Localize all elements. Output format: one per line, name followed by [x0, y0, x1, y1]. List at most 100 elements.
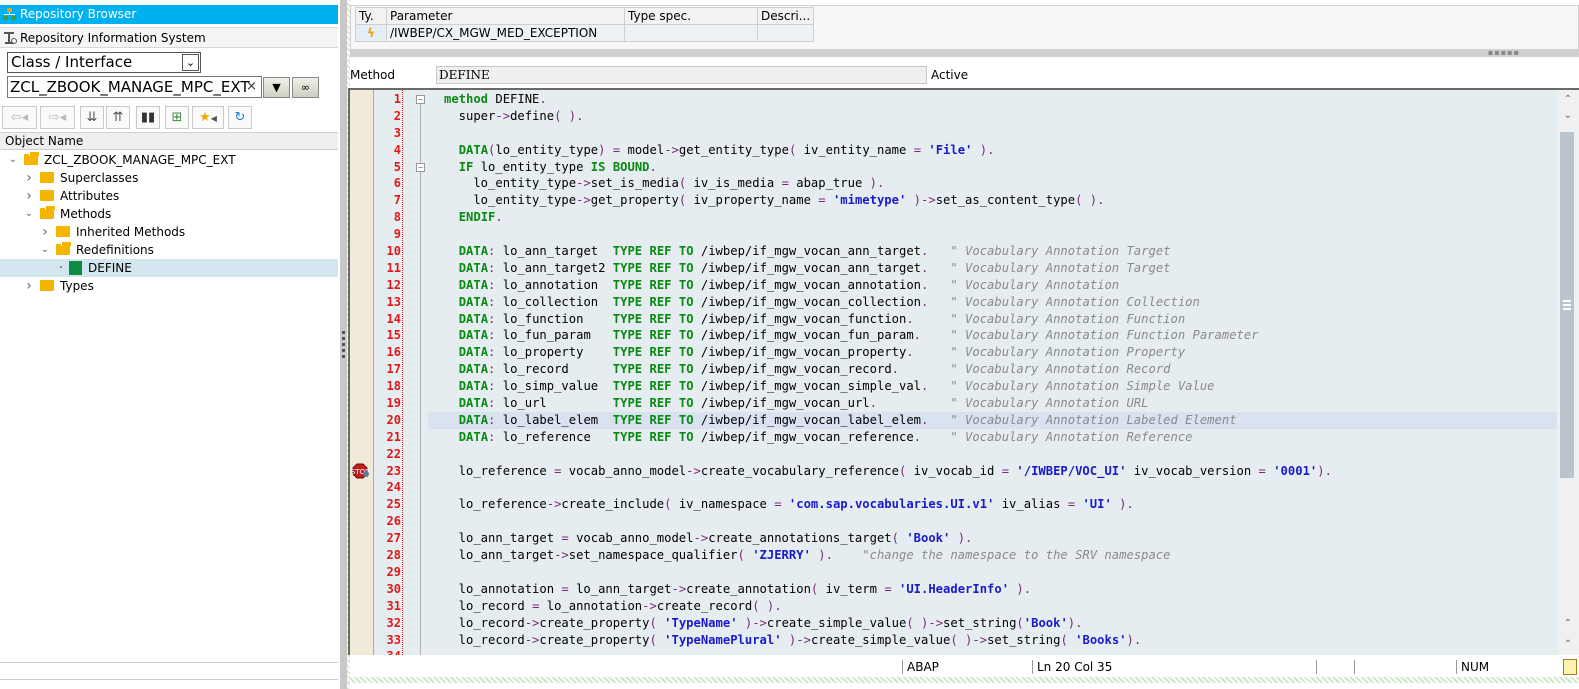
- code-line[interactable]: 33 lo_record->create_property( 'TypeName…: [350, 632, 1579, 649]
- code-text[interactable]: DATA: lo_function TYPE REF TO /iwbep/if_…: [444, 311, 1186, 328]
- code-line[interactable]: 31 lo_record = lo_annotation->create_rec…: [350, 598, 1579, 615]
- tree-node[interactable]: › Inherited Methods: [0, 223, 338, 241]
- code-text[interactable]: DATA: lo_ann_target2 TYPE REF TO /iwbep/…: [444, 260, 1171, 277]
- type-spec-cell[interactable]: [624, 24, 758, 42]
- code-text[interactable]: method DEFINE.: [444, 91, 547, 108]
- code-line[interactable]: 8 ENDIF.: [350, 209, 1579, 226]
- tree-node[interactable]: › Attributes: [0, 187, 338, 205]
- code-text[interactable]: DATA: lo_property TYPE REF TO /iwbep/if_…: [444, 344, 1186, 361]
- chevron-down-icon[interactable]: ⌄: [40, 241, 50, 259]
- chevron-right-icon[interactable]: ›: [24, 187, 34, 205]
- code-text[interactable]: lo_ann_target = vocab_anno_model->create…: [444, 530, 973, 547]
- chevron-right-icon[interactable]: ›: [24, 169, 34, 187]
- column-header-type-spec[interactable]: Type spec.: [624, 7, 758, 25]
- parameter-cell[interactable]: /IWBEP/CX_MGW_MED_EXCEPTION: [386, 24, 625, 42]
- code-line[interactable]: 16 DATA: lo_property TYPE REF TO /iwbep/…: [350, 344, 1579, 361]
- scrollbar-thumb[interactable]: [1560, 132, 1574, 478]
- tree-node[interactable]: ⌄ Redefinitions: [0, 241, 338, 259]
- expand-all-button[interactable]: ⇊: [80, 106, 104, 129]
- display-button[interactable]: ∞: [292, 77, 319, 98]
- code-text[interactable]: DATA: lo_simp_value TYPE REF TO /iwbep/i…: [444, 378, 1215, 395]
- code-line[interactable]: 15 DATA: lo_fun_param TYPE REF TO /iwbep…: [350, 327, 1579, 344]
- code-line[interactable]: 26: [350, 513, 1579, 530]
- repository-info-system-link[interactable]: Repository Information System: [0, 27, 338, 48]
- code-line[interactable]: 12 DATA: lo_annotation TYPE REF TO /iwbe…: [350, 277, 1579, 294]
- scroll-up-icon[interactable]: ⌃: [1561, 94, 1575, 105]
- collapse-all-button[interactable]: ⇈: [106, 106, 130, 129]
- collapse-block-icon[interactable]: −: [416, 95, 425, 104]
- favorites-button[interactable]: ★◀: [192, 106, 224, 129]
- scroll-up-small-icon[interactable]: ⌃: [1561, 618, 1575, 629]
- scroll-down-icon[interactable]: ⌄: [1561, 110, 1575, 121]
- object-name-input[interactable]: ZCL_ZBOOK_MANAGE_MPC_EXT ×: [7, 76, 262, 98]
- code-text[interactable]: DATA: lo_ann_target TYPE REF TO /iwbep/i…: [444, 243, 1171, 260]
- code-text[interactable]: lo_entity_type->set_is_media( iv_is_medi…: [444, 175, 884, 192]
- code-text[interactable]: ENDIF.: [444, 209, 503, 226]
- code-line[interactable]: 6 lo_entity_type->set_is_media( iv_is_me…: [350, 175, 1579, 192]
- code-text[interactable]: DATA: lo_record TYPE REF TO /iwbep/if_mg…: [444, 361, 1171, 378]
- clear-icon[interactable]: ×: [246, 77, 257, 97]
- tree-node[interactable]: · DEFINE: [0, 259, 338, 277]
- breakpoint-icon[interactable]: STOP: [351, 463, 370, 479]
- code-text[interactable]: DATA: lo_annotation TYPE REF TO /iwbep/i…: [444, 277, 1119, 294]
- code-line[interactable]: 30 lo_annotation = lo_ann_target->create…: [350, 581, 1579, 598]
- chevron-down-icon[interactable]: ⌄: [182, 54, 199, 71]
- chevron-right-icon[interactable]: ›: [24, 277, 34, 295]
- code-text[interactable]: DATA: lo_collection TYPE REF TO /iwbep/i…: [444, 294, 1200, 311]
- code-line[interactable]: 10 DATA: lo_ann_target TYPE REF TO /iwbe…: [350, 243, 1579, 260]
- scroll-down-small-icon[interactable]: ⌄: [1561, 634, 1575, 645]
- code-line[interactable]: 21 DATA: lo_reference TYPE REF TO /iwbep…: [350, 429, 1579, 446]
- code-line[interactable]: 1 − method DEFINE.: [350, 91, 1579, 108]
- code-line[interactable]: 27 lo_ann_target = vocab_anno_model->cre…: [350, 530, 1579, 547]
- back-button[interactable]: ⇦◂: [2, 106, 37, 129]
- panel-splitter[interactable]: [340, 0, 347, 689]
- collapse-block-icon[interactable]: −: [416, 162, 425, 172]
- code-text[interactable]: super->define( ).: [444, 108, 584, 125]
- code-line[interactable]: 17 DATA: lo_record TYPE REF TO /iwbep/if…: [350, 361, 1579, 378]
- code-line[interactable]: 18 DATA: lo_simp_value TYPE REF TO /iwbe…: [350, 378, 1579, 395]
- current-code-line[interactable]: 20 DATA: lo_label_elem TYPE REF TO /iwbe…: [387, 411, 1579, 429]
- history-dropdown-button[interactable]: ▼: [263, 77, 290, 98]
- vertical-scrollbar[interactable]: ⌃ ⌄ ⌃ ⌄: [1557, 90, 1579, 655]
- code-line[interactable]: 11 DATA: lo_ann_target2 TYPE REF TO /iwb…: [350, 260, 1579, 277]
- code-line[interactable]: 13 DATA: lo_collection TYPE REF TO /iwbe…: [350, 294, 1579, 311]
- forward-button[interactable]: ⇨◂: [40, 106, 75, 129]
- object-type-select[interactable]: Class / Interface ⌄: [7, 52, 201, 73]
- tree-node[interactable]: ⌄ Methods: [0, 205, 338, 223]
- code-text[interactable]: lo_reference = vocab_anno_model->create_…: [444, 463, 1332, 480]
- code-line[interactable]: 34: [350, 648, 1579, 655]
- column-header-parameter[interactable]: Parameter: [386, 7, 625, 25]
- code-line[interactable]: 14 DATA: lo_function TYPE REF TO /iwbep/…: [350, 311, 1579, 328]
- code-text[interactable]: lo_reference->create_include( iv_namespa…: [444, 496, 1134, 513]
- code-text[interactable]: DATA: lo_url TYPE REF TO /iwbep/if_mgw_v…: [444, 395, 1149, 412]
- tree-node[interactable]: › Superclasses: [0, 169, 338, 187]
- notepad-icon[interactable]: [1563, 659, 1577, 675]
- code-text[interactable]: DATA: lo_reference TYPE REF TO /iwbep/if…: [444, 429, 1193, 446]
- code-line[interactable]: 25 lo_reference->create_include( iv_name…: [350, 496, 1579, 513]
- code-text[interactable]: lo_record->create_property( 'TypeNamePlu…: [444, 632, 1142, 649]
- chevron-down-icon[interactable]: ⌄: [8, 151, 18, 169]
- code-line[interactable]: 28 lo_ann_target->set_namespace_qualifie…: [350, 547, 1579, 564]
- code-line[interactable]: STOP 23 lo_reference = vocab_anno_model->…: [350, 463, 1579, 480]
- code-line[interactable]: 19 DATA: lo_url TYPE REF TO /iwbep/if_mg…: [350, 395, 1579, 412]
- chevron-right-icon[interactable]: ›: [40, 223, 50, 241]
- code-lines[interactable]: 1− method DEFINE. 2 super->define( ). 3 4 DA…: [350, 91, 1579, 655]
- description-cell[interactable]: [756, 24, 815, 42]
- code-text[interactable]: lo_entity_type->get_property( iv_propert…: [444, 192, 1104, 209]
- hierarchy-button[interactable]: ⊞: [165, 106, 189, 129]
- code-line[interactable]: 29: [350, 564, 1579, 581]
- code-line[interactable]: 7 lo_entity_type->get_property( iv_prope…: [350, 192, 1579, 209]
- tree-node[interactable]: ⌄ ZCL_ZBOOK_MANAGE_MPC_EXT: [0, 151, 338, 169]
- code-line[interactable]: 24: [350, 479, 1579, 496]
- code-line[interactable]: 3: [350, 125, 1579, 142]
- column-header-type[interactable]: Ty.: [355, 7, 387, 25]
- tree-node[interactable]: › Types: [0, 277, 338, 295]
- code-text[interactable]: DATA: lo_fun_param TYPE REF TO /iwbep/if…: [444, 327, 1259, 344]
- code-line[interactable]: 2 super->define( ).: [350, 108, 1579, 125]
- table-row[interactable]: ϟ /IWBEP/CX_MGW_MED_EXCEPTION: [355, 24, 815, 42]
- refresh-button[interactable]: ↻: [228, 106, 252, 129]
- code-text[interactable]: DATA(lo_entity_type) = model->get_entity…: [444, 142, 995, 159]
- code-text[interactable]: lo_record = lo_annotation->create_record…: [444, 598, 782, 615]
- code-text[interactable]: IF lo_entity_type IS BOUND.: [444, 159, 657, 176]
- code-editor[interactable]: 1− method DEFINE. 2 super->define( ). 3 4 DA…: [348, 88, 1579, 655]
